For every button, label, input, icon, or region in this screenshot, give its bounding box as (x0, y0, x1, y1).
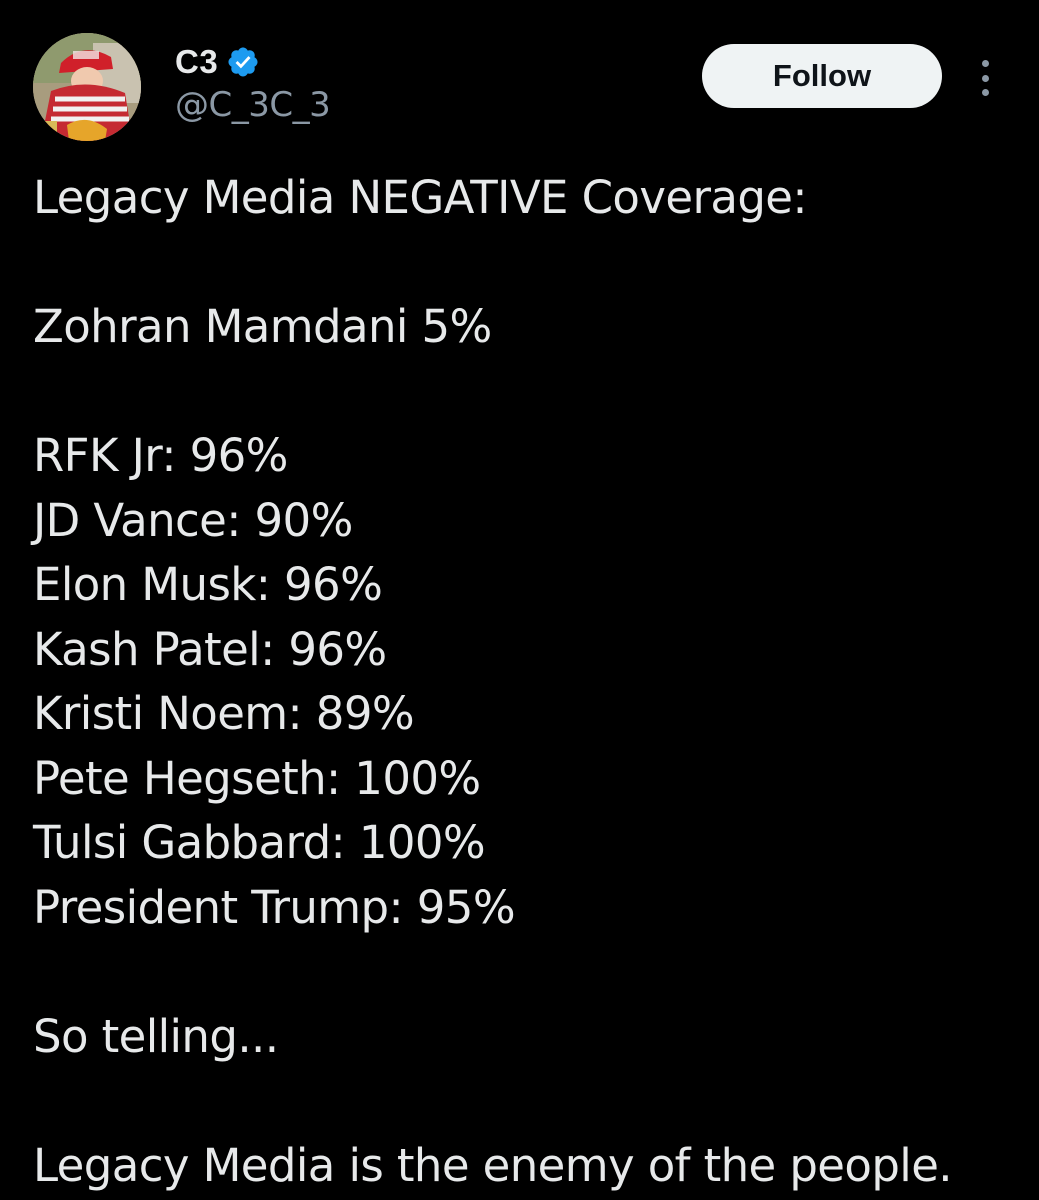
more-options-icon[interactable] (970, 56, 1000, 100)
list-item: Kristi Noem: 89% (33, 687, 415, 740)
more-options-dot (981, 60, 989, 67)
follow-button[interactable]: Follow (702, 44, 942, 108)
post-highlight: Zohran Mamdani 5% (33, 300, 492, 353)
list-item: Pete Hegseth: 100% (33, 751, 481, 805)
list-item: RFK Jr: 96% (33, 429, 288, 482)
author-name-row: C3 (175, 40, 260, 84)
post-closing: Legacy Media is the enemy of the people. (33, 1138, 953, 1192)
post-heading: Legacy Media NEGATIVE Coverage: (33, 171, 808, 224)
list-item: Elon Musk: 96% (33, 558, 383, 611)
list-item: President Trump: 95% (33, 880, 516, 934)
post-text: Legacy Media NEGATIVE Coverage: Zohran M… (33, 166, 1013, 1198)
author-display-name[interactable]: C3 (175, 43, 218, 81)
list-item: JD Vance: 90% (33, 493, 353, 547)
list-item: Kash Patel: 96% (33, 622, 387, 676)
tweet: C3 @C_3C_3 Follow Legacy Media NEGATIVE … (0, 0, 1039, 1200)
verified-badge-icon[interactable] (226, 45, 260, 79)
post-comment: So telling... (33, 1009, 279, 1063)
author-handle[interactable]: @C_3C_3 (175, 85, 331, 125)
avatar[interactable] (33, 33, 141, 141)
more-options-dot (981, 74, 989, 82)
profile-photo (33, 33, 141, 141)
list-item: Tulsi Gabbard: 100% (33, 816, 486, 869)
more-options-dot (981, 89, 989, 96)
